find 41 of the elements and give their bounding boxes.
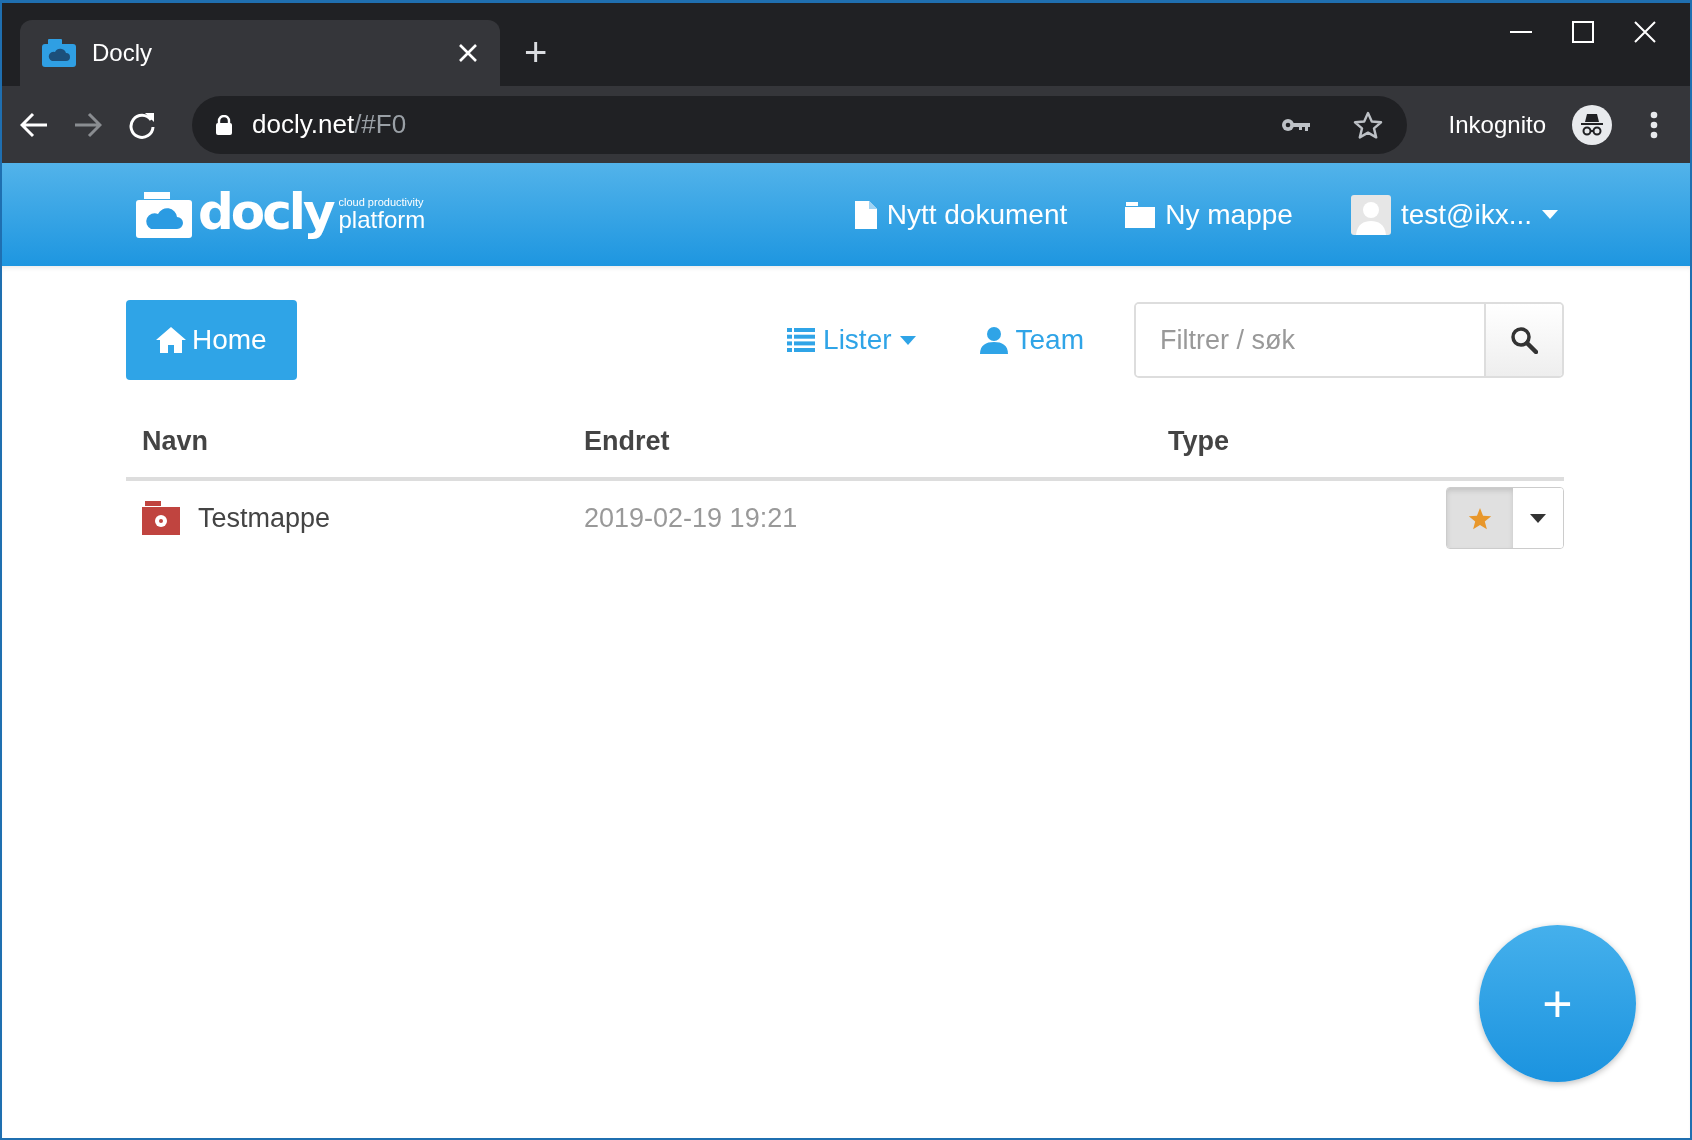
search-button[interactable] bbox=[1484, 304, 1562, 376]
url-text: docly.net/#F0 bbox=[252, 109, 408, 140]
avatar-icon bbox=[1350, 194, 1391, 235]
new-tab-button[interactable]: + bbox=[524, 32, 548, 72]
tab-title: Docly bbox=[92, 39, 153, 67]
modified-date: 2019-02-19 19:21 bbox=[584, 502, 798, 534]
address-bar[interactable]: docly.net/#F0 bbox=[192, 95, 1407, 154]
search-field[interactable]: Filtrer / søk bbox=[1134, 302, 1564, 378]
folder-icon bbox=[1125, 201, 1156, 228]
key-icon[interactable] bbox=[1280, 116, 1311, 133]
forward-arrow-icon[interactable] bbox=[74, 111, 102, 138]
browser-tab[interactable]: Docly bbox=[20, 20, 500, 86]
logo-subtitle: platform bbox=[338, 208, 426, 232]
person-icon bbox=[979, 326, 1008, 354]
document-icon bbox=[854, 200, 877, 229]
column-header[interactable]: Type bbox=[1152, 408, 1446, 481]
caret-icon bbox=[899, 335, 916, 345]
home-icon bbox=[156, 327, 186, 353]
close-icon[interactable] bbox=[1634, 21, 1656, 43]
column-header[interactable]: Navn bbox=[126, 408, 568, 481]
search-icon bbox=[1510, 326, 1538, 354]
folder-icon bbox=[142, 501, 180, 535]
maximize-icon[interactable] bbox=[1572, 21, 1594, 43]
column-header[interactable]: Endret bbox=[568, 408, 1152, 481]
incognito-icon[interactable] bbox=[1572, 104, 1612, 145]
star-outline-icon[interactable] bbox=[1352, 110, 1383, 139]
menu-icon[interactable] bbox=[1650, 110, 1658, 139]
back-arrow-icon[interactable] bbox=[20, 111, 48, 138]
file-name[interactable]: Testmappe bbox=[198, 502, 331, 534]
logo-tagline: cloud productivity bbox=[338, 197, 425, 208]
reload-icon[interactable] bbox=[128, 110, 156, 139]
star-icon bbox=[1468, 506, 1492, 530]
caret-icon bbox=[1542, 210, 1558, 219]
list-icon bbox=[787, 328, 816, 352]
logo-wordmark: docly bbox=[198, 186, 333, 237]
caret-icon bbox=[1530, 513, 1546, 523]
incognito-label: Inkognito bbox=[1448, 110, 1546, 139]
close-tab-icon[interactable] bbox=[458, 43, 478, 63]
lock-icon bbox=[216, 114, 232, 135]
folder-cloud-icon bbox=[42, 39, 76, 67]
folder-cloud-icon bbox=[136, 191, 192, 238]
